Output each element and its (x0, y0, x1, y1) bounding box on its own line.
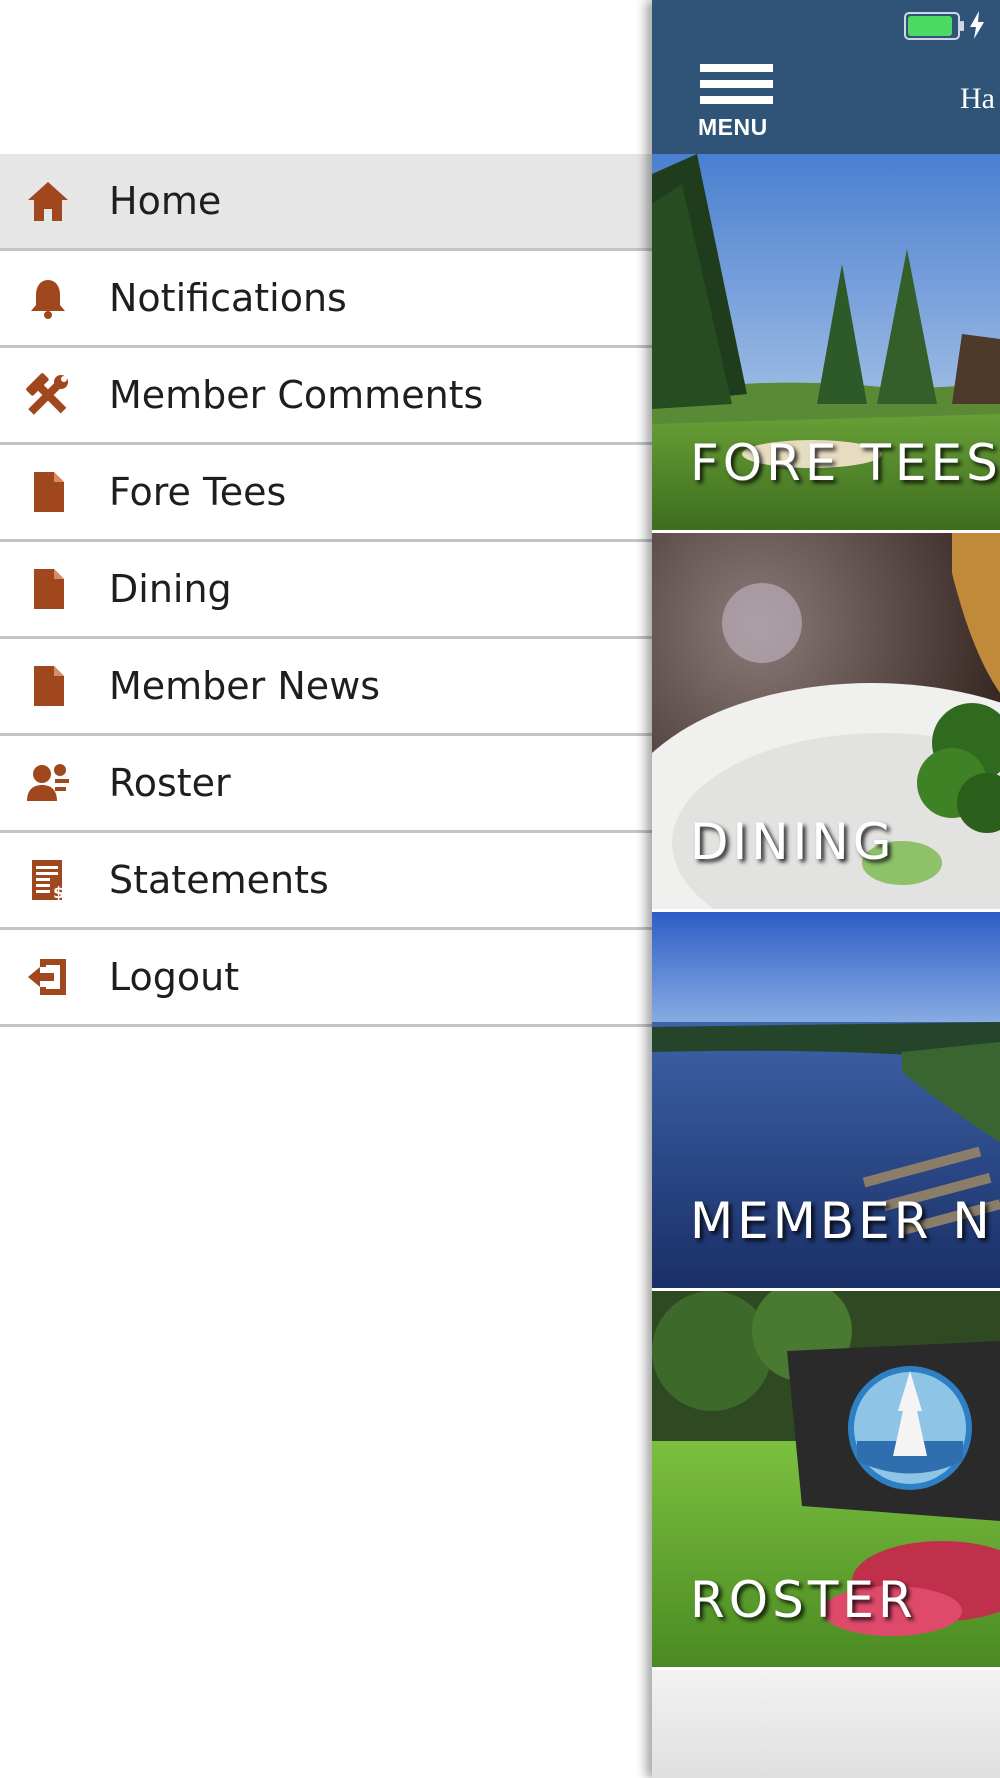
tile-roster[interactable]: ROSTER (652, 1291, 1000, 1667)
document-icon (25, 566, 71, 612)
drawer-item-label: Notifications (109, 276, 347, 320)
tile-label: DINING (690, 813, 896, 871)
drawer-item-member-news[interactable]: Member News (0, 639, 652, 736)
tile-fore-tees[interactable]: FORE TEES (652, 154, 1000, 530)
drawer-item-dining[interactable]: Dining (0, 542, 652, 639)
top-app-bar: MENU Ha (652, 0, 1000, 154)
main-content-panel: MENU Ha FORE TEES DINING MEMBER N ROSTER (652, 0, 1000, 1778)
battery-icon (904, 12, 964, 40)
tile-dining[interactable]: DINING (652, 533, 1000, 909)
drawer-item-label: Member Comments (109, 373, 484, 417)
drawer-item-label: Logout (109, 955, 240, 999)
drawer-item-member-comments[interactable]: Member Comments (0, 348, 652, 445)
tools-icon (25, 372, 71, 418)
drawer-item-label: Home (109, 179, 222, 223)
document-icon (25, 469, 71, 515)
bell-icon (25, 275, 71, 321)
tile-label: ROSTER (690, 1571, 917, 1629)
battery-level-fill (908, 16, 952, 36)
drawer-item-label: Dining (109, 567, 232, 611)
logout-icon (25, 954, 71, 1000)
drawer-item-label: Roster (109, 761, 231, 805)
drawer-item-notifications[interactable]: Notifications (0, 251, 652, 348)
statement-icon: $ (25, 857, 71, 903)
next-tile-partial[interactable] (652, 1670, 1000, 1778)
header-title: Ha (960, 82, 995, 115)
drawer-item-label: Fore Tees (109, 470, 287, 514)
person-icon (25, 760, 71, 806)
menu-hamburger-icon (700, 64, 773, 72)
drawer-item-roster[interactable]: Roster (0, 736, 652, 833)
home-icon (25, 178, 71, 224)
navigation-drawer: Home Notifications Member Comments Fore … (0, 0, 652, 1778)
drawer-item-logout[interactable]: Logout (0, 930, 652, 1027)
svg-text:$: $ (53, 883, 64, 902)
tile-member-news[interactable]: MEMBER N (652, 912, 1000, 1288)
charging-bolt-icon (970, 11, 984, 39)
drawer-item-statements[interactable]: $ Statements (0, 833, 652, 930)
tile-label: FORE TEES (690, 434, 1000, 492)
drawer-menu-list: Home Notifications Member Comments Fore … (0, 154, 652, 1027)
drawer-item-label: Member News (109, 664, 381, 708)
drawer-item-label: Statements (109, 858, 329, 902)
drawer-item-home[interactable]: Home (0, 154, 652, 251)
tile-label: MEMBER N (690, 1192, 994, 1250)
menu-label: MENU (698, 114, 768, 140)
drawer-item-fore-tees[interactable]: Fore Tees (0, 445, 652, 542)
document-icon (25, 663, 71, 709)
menu-button[interactable]: MENU (698, 62, 778, 142)
